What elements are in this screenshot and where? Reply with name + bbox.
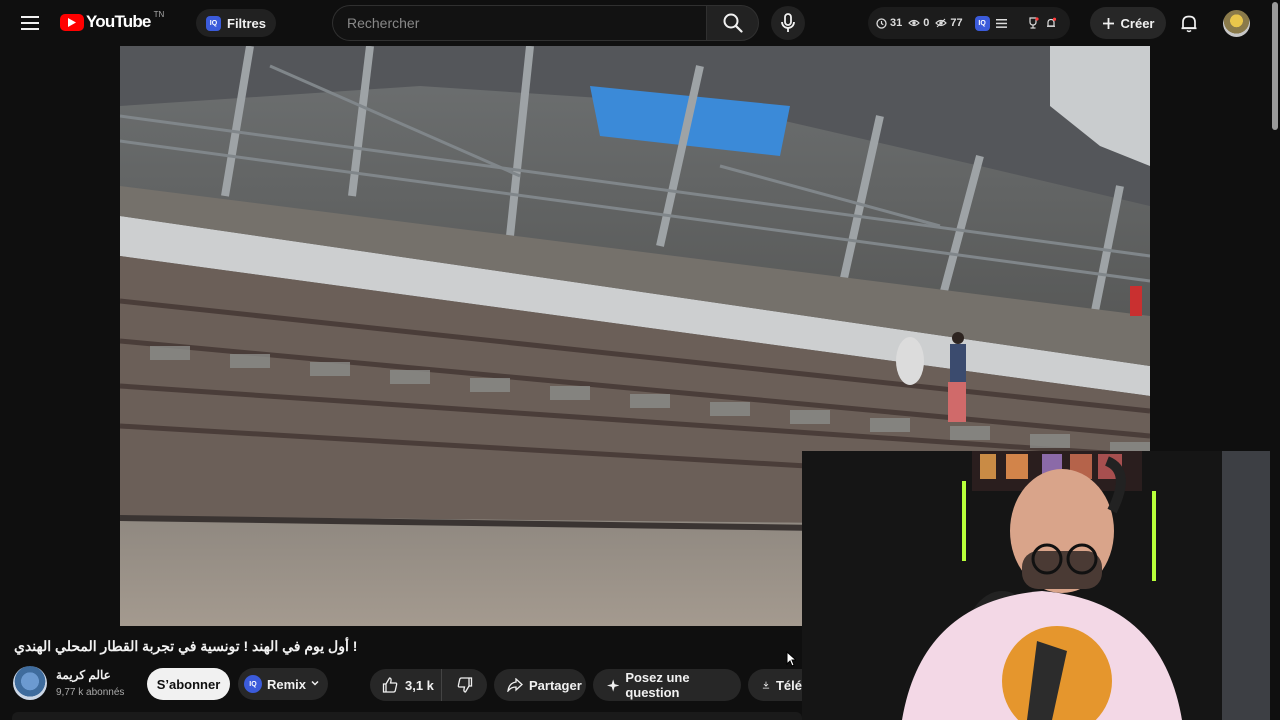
webcam-overlay	[802, 451, 1280, 720]
iq-stats-icon[interactable]: IQ	[974, 15, 990, 31]
thumbs-down-icon	[457, 677, 472, 693]
iq-extension-icon: IQ	[206, 15, 221, 31]
list-icon[interactable]	[995, 18, 1007, 28]
scrollbar-thumb[interactable]	[1272, 2, 1278, 130]
create-label: Créer	[1120, 15, 1155, 31]
bell-icon	[1181, 15, 1197, 33]
download-button[interactable]: Télé	[748, 669, 802, 701]
play-logo-icon	[60, 13, 84, 31]
share-label: Partager	[529, 677, 582, 693]
chevron-down-icon	[311, 680, 319, 686]
voice-search-button[interactable]	[771, 6, 805, 40]
description-box-edge[interactable]	[12, 712, 802, 720]
notifications-button[interactable]	[1176, 9, 1202, 37]
search-icon	[723, 13, 743, 33]
youtube-watch-page: YouTube TN IQ Filtres 31 0	[0, 0, 1280, 720]
menu-button[interactable]	[14, 7, 46, 39]
ask-label: Posez une question	[625, 670, 690, 700]
mouse-cursor-icon	[786, 651, 796, 667]
user-avatar[interactable]	[1223, 10, 1250, 37]
eye-count: 0	[923, 17, 930, 29]
iq-remix-icon: IQ	[244, 675, 262, 693]
views-count: 77	[950, 17, 963, 29]
subscriber-count: 9,77 k abonnés	[56, 687, 125, 698]
video-title: أول يوم في الهند ! تونسية في تجربة القطا…	[14, 638, 358, 654]
plus-icon	[1102, 17, 1114, 29]
download-label: Télé	[775, 677, 802, 693]
eye-stat[interactable]: 0	[908, 17, 929, 29]
logo-country-code: TN	[153, 9, 165, 19]
channel-name[interactable]: عالم كريمة	[56, 668, 111, 682]
channel-avatar[interactable]	[13, 666, 47, 700]
remix-label: Remix	[267, 676, 307, 692]
like-count: 3,1 k	[405, 677, 434, 693]
remix-button[interactable]: IQ Remix	[238, 668, 328, 700]
search-bar	[332, 5, 759, 41]
create-button[interactable]: Créer	[1090, 7, 1166, 39]
like-dislike-group: 3,1 k	[370, 669, 487, 701]
page-scrollbar[interactable]	[1270, 0, 1280, 720]
watch-count: 31	[890, 17, 903, 29]
logo-text: YouTube	[86, 12, 151, 31]
eye-off-icon	[935, 18, 948, 28]
hamburger-icon	[21, 16, 39, 30]
ask-question-button[interactable]: Posez une question	[593, 669, 741, 701]
search-input[interactable]	[332, 5, 706, 41]
thumbs-up-icon	[382, 677, 398, 693]
watch-time-stat[interactable]: 31	[876, 17, 902, 29]
extension-stats-bar: 31 0 77 IQ	[868, 7, 1070, 39]
webcam-streamer-image	[802, 451, 1280, 720]
filters-label: Filtres	[227, 15, 267, 31]
subscribe-button[interactable]: S’abonner	[147, 668, 230, 700]
views-stat[interactable]: 77	[935, 17, 963, 29]
youtube-logo[interactable]: YouTube TN	[60, 9, 165, 32]
eye-icon	[908, 19, 921, 27]
dislike-button[interactable]	[442, 669, 487, 701]
download-icon	[762, 681, 770, 689]
share-button[interactable]: Partager	[494, 669, 586, 701]
alert-bell-icon[interactable]	[1045, 17, 1057, 29]
top-bar: YouTube TN IQ Filtres 31 0	[0, 0, 1270, 46]
trophy-icon[interactable]	[1027, 17, 1039, 29]
filters-button[interactable]: IQ Filtres	[196, 9, 277, 37]
search-button[interactable]	[706, 5, 759, 41]
like-button[interactable]: 3,1 k	[370, 669, 442, 701]
sparkle-icon	[607, 678, 620, 692]
clock-icon	[876, 17, 887, 29]
share-icon	[507, 678, 523, 692]
microphone-icon	[781, 13, 795, 32]
